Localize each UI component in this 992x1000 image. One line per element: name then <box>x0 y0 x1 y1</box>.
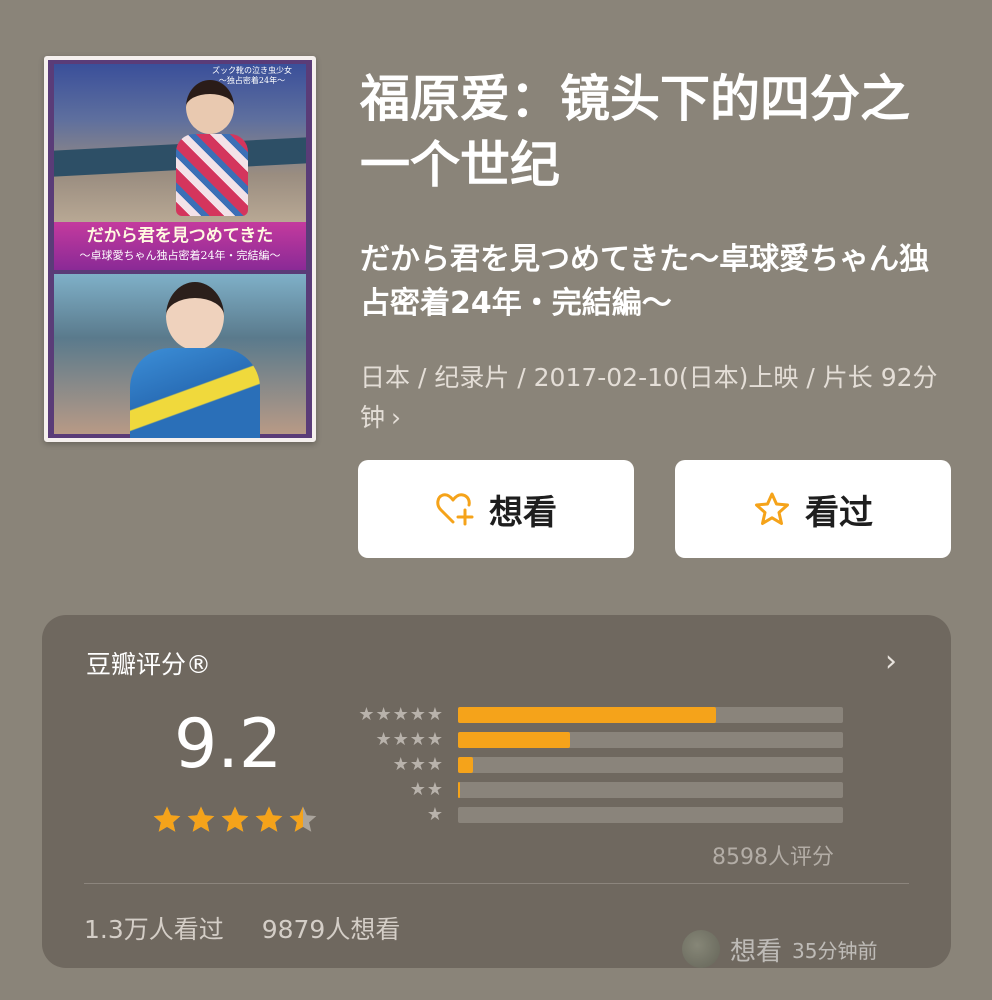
movie-original-title: だから君を見つめてきた～卓球愛ちゃん独占密着24年・完結編～ <box>360 242 930 321</box>
poster-band-line2: ～卓球愛ちゃん独占密着24年・完結編～ <box>79 249 281 262</box>
watched-label: 看过 <box>805 492 873 533</box>
chevron-right-icon: › <box>391 403 402 432</box>
rating-bar-track <box>458 782 843 798</box>
rating-bar-fill <box>458 757 474 773</box>
want-to-watch-label: 想看 <box>489 492 557 533</box>
rating-bar-row: ★★★ <box>342 754 862 775</box>
rating-bar-track <box>458 807 843 823</box>
rating-bar-row: ★★ <box>342 779 862 800</box>
rating-bar-stars: ★★★★★ <box>358 704 444 725</box>
avatar <box>682 930 720 968</box>
movie-meta-text: 日本 / 纪录片 / 2017-02-10(日本)上映 / 片长 92分钟 <box>360 363 938 432</box>
rating-bar-fill <box>458 732 570 748</box>
movie-meta[interactable]: 日本 / 纪录片 / 2017-02-10(日本)上映 / 片长 92分钟 › <box>360 358 960 438</box>
want-to-watch-button[interactable]: 想看 <box>358 460 634 558</box>
watched-button[interactable]: 看过 <box>675 460 951 558</box>
rating-card[interactable]: 豆瓣评分® › 9.2 ★★★★★ ★★★★ ★★★ ★★ ★ 8598人评分 1.3万… <box>42 615 951 968</box>
heart-plus-icon <box>435 491 475 527</box>
poster-title-band: だから君を見つめてきた ～卓球愛ちゃん独占密着24年・完結編～ <box>54 222 306 270</box>
audience-stats: 1.3万人看过 9879人想看 <box>84 910 430 946</box>
rating-bar-track <box>458 757 843 773</box>
poster-tag-line1: ズック靴の泣き虫少女 <box>212 66 292 75</box>
rating-bar-row: ★★★★★ <box>342 704 862 725</box>
poster-top-photo: ズック靴の泣き虫少女 ～独占密着24年～ <box>54 64 306 222</box>
rating-star-icon <box>255 806 283 832</box>
rating-star-icon <box>221 806 249 832</box>
rating-bar-stars: ★★ <box>409 779 444 800</box>
rating-count: 8598人评分 <box>712 845 834 870</box>
rating-bar-row: ★★★★ <box>342 729 862 750</box>
rating-star-icon <box>187 806 215 832</box>
rating-star-icon <box>289 806 317 832</box>
rating-bar-row: ★ <box>342 804 862 825</box>
star-outline-icon <box>753 491 791 527</box>
rating-star-icon <box>153 806 181 832</box>
rating-bar-track <box>458 707 843 723</box>
rating-bar-track <box>458 732 843 748</box>
poster-bottom-photo <box>54 274 306 438</box>
rating-bar-fill <box>458 782 460 798</box>
divider <box>84 883 909 884</box>
rating-stars <box>152 805 318 833</box>
watermark-text: 想看 <box>730 936 783 967</box>
rating-score: 9.2 <box>174 705 283 784</box>
movie-title: 福原爱：镜头下的四分之一个世纪 <box>360 70 910 194</box>
poster-adult-body <box>130 348 260 438</box>
rating-bar-fill <box>458 707 716 723</box>
rating-bar-stars: ★★★★ <box>375 729 444 750</box>
movie-poster[interactable]: ズック靴の泣き虫少女 ～独占密着24年～ だから君を見つめてきた ～卓球愛ちゃん… <box>44 56 316 442</box>
poster-band-line1: だから君を見つめてきた <box>86 226 274 246</box>
want-count: 9879人想看 <box>261 915 401 944</box>
watermark-time: 35分钟前 <box>792 938 878 963</box>
rating-bar-stars: ★ <box>426 804 444 825</box>
poster-tag-line2: ～独占密着24年～ <box>218 76 286 85</box>
rating-source-label: 豆瓣评分® <box>86 650 212 679</box>
watched-count: 1.3万人看过 <box>84 915 224 944</box>
poster-child-figure <box>172 76 252 216</box>
poster-adult-head <box>166 282 224 350</box>
activity-watermark: 想看 35分钟前 <box>682 930 877 968</box>
rating-bar-stars: ★★★ <box>392 754 444 775</box>
chevron-right-icon[interactable]: › <box>885 647 897 677</box>
poster-tag: ズック靴の泣き虫少女 ～独占密着24年～ <box>202 66 302 86</box>
